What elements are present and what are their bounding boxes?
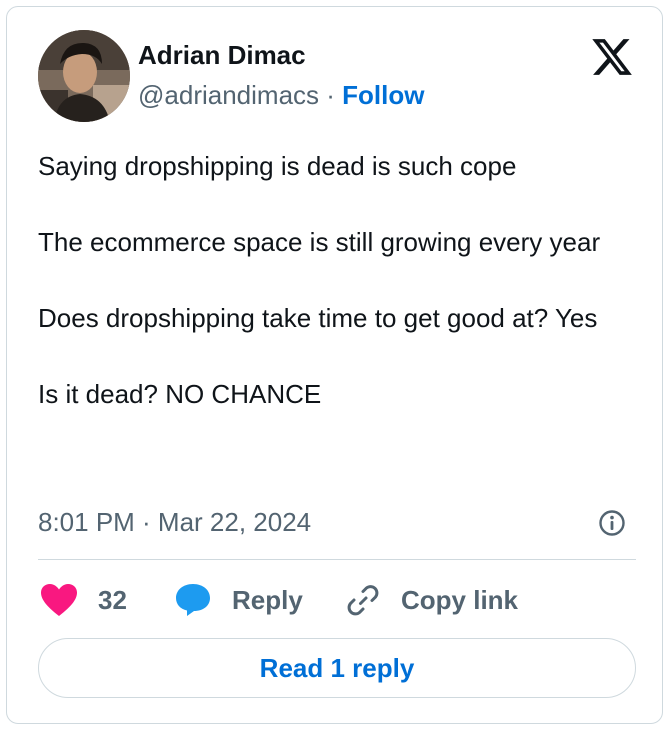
link-icon <box>345 582 381 618</box>
reply-label: Reply <box>232 584 303 615</box>
heart-icon <box>40 583 78 617</box>
follow-link[interactable]: Follow <box>342 80 424 110</box>
copy-link-button[interactable]: Copy link <box>345 582 518 618</box>
read-replies-button[interactable]: Read 1 reply <box>38 638 636 698</box>
reply-button[interactable]: Reply <box>174 582 303 618</box>
tweet-paragraph: Does dropshipping take time to get good … <box>38 303 598 333</box>
separator-dot: · <box>326 80 335 110</box>
like-count: 32 <box>98 584 127 615</box>
tweet-paragraph: Is it dead? NO CHANCE <box>38 379 322 409</box>
avatar-photo <box>38 30 130 122</box>
tweet-paragraph: Saying dropshipping is dead is such cope <box>38 151 517 181</box>
author-handle-row: @adriandimacs · Follow <box>138 79 425 111</box>
tweet-timestamp[interactable]: 8:01 PM · Mar 22, 2024 <box>38 506 311 538</box>
x-logo-icon[interactable] <box>590 35 634 79</box>
speech-bubble-icon <box>174 582 212 618</box>
author-name[interactable]: Adrian Dimac <box>138 40 306 70</box>
tweet-text: Saying dropshipping is dead is such cope… <box>38 147 628 413</box>
tweet-paragraph: The ecommerce space is still growing eve… <box>38 227 601 257</box>
like-button[interactable]: 32 <box>40 582 127 618</box>
tweet-card: Adrian Dimac @adriandimacs · Follow Sayi… <box>6 6 663 724</box>
author-handle[interactable]: @adriandimacs <box>138 80 319 110</box>
info-icon[interactable] <box>598 509 626 537</box>
divider <box>38 559 636 560</box>
copy-link-label: Copy link <box>401 584 519 615</box>
avatar[interactable] <box>38 30 130 122</box>
